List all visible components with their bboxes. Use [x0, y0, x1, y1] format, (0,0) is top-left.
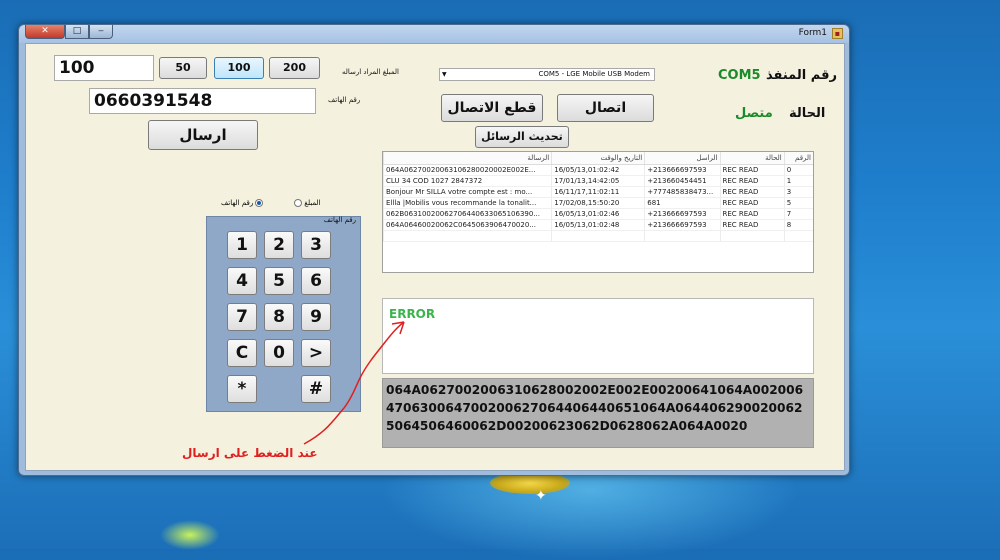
- cell-message: 064A06460020062C0645063906470020...: [382, 219, 552, 231]
- cell-number: 8: [783, 219, 813, 231]
- cell-status: REC READ: [719, 186, 785, 198]
- app-window: ✕ □ ‒ Form1 ▪ 100 50 100 200 المبلغ المر…: [18, 24, 850, 476]
- cell-message: Bonjour Mr SILLA votre compte est : mo..…: [382, 186, 552, 198]
- cell-sender: +213666697593: [644, 219, 720, 231]
- table-row[interactable]: CLU 34 COD 1027 2847372 17/01/13,14:42:0…: [382, 175, 813, 187]
- cell-sender: +213666697593: [644, 164, 720, 176]
- radio-phone-circle: [255, 199, 264, 207]
- app-icon: ▪: [832, 28, 843, 39]
- cell-message: CLU 34 COD 1027 2847372: [382, 175, 552, 187]
- response-textbox[interactable]: ERROR: [382, 298, 814, 374]
- cell-date: 17/02/08,15:50:20: [551, 197, 645, 209]
- state-label: الحالة: [789, 106, 826, 121]
- phone-field[interactable]: 0660391548: [89, 88, 316, 114]
- form-client-area: 100 50 100 200 المبلغ المراد ارساله 0660…: [25, 43, 845, 471]
- cell-sender: 681: [644, 197, 720, 209]
- cell-status: REC READ: [719, 208, 785, 220]
- radio-amount[interactable]: المبلغ: [294, 199, 321, 207]
- keypad-title: رقم الهاتف: [323, 216, 356, 224]
- port-label: رقم المنفذ: [766, 68, 837, 83]
- radio-amount-circle: [294, 199, 302, 207]
- col-number[interactable]: الرقم: [783, 152, 813, 165]
- chevron-down-icon: ▼: [442, 71, 447, 78]
- amount-field[interactable]: 100: [54, 55, 154, 81]
- port-combo-value: COM5 - LGE Mobile USB Modem: [538, 70, 650, 78]
- amount-label: المبلغ المراد ارساله: [342, 68, 399, 76]
- close-button[interactable]: ✕: [25, 25, 65, 39]
- cell-number: 5: [783, 197, 813, 209]
- key-3[interactable]: 3: [301, 231, 331, 259]
- cell-message: Ellla |Mobilis vous recommande la tonali…: [382, 197, 552, 209]
- key-clear[interactable]: C: [227, 339, 257, 367]
- cell-message: 064A06270020063106280020002E002E...: [382, 164, 552, 176]
- cell-date: 16/05/13,01:02:48: [551, 219, 645, 231]
- amount-button-200[interactable]: 200: [269, 57, 320, 79]
- cell-number: 0: [783, 164, 813, 176]
- connect-button[interactable]: اتصال: [557, 94, 654, 122]
- col-datetime[interactable]: التاريخ والوقت: [551, 152, 645, 165]
- table-row-empty[interactable]: [382, 230, 813, 242]
- radio-phone[interactable]: رقم الهاتف: [221, 199, 264, 207]
- cell-status: REC READ: [719, 175, 785, 187]
- key-6[interactable]: 6: [301, 267, 331, 295]
- wallpaper-sparkle: ✦: [535, 488, 547, 504]
- cell-date: 16/11/17,11:02:11: [551, 186, 645, 198]
- key-4[interactable]: 4: [227, 267, 257, 295]
- key-1[interactable]: 1: [227, 231, 257, 259]
- table-header-row: الرسالة التاريخ والوقت الراسل الحالة الر…: [382, 152, 813, 165]
- wallpaper-green-leaf: [160, 520, 220, 550]
- port-value: COM5: [718, 68, 761, 83]
- encoded-message-textbox[interactable]: 064A0627002006310628002002E002E002006410…: [382, 378, 814, 448]
- cell-date: 17/01/13,14:42:05: [551, 175, 645, 187]
- annotation-arrow: [303, 321, 405, 445]
- table-row[interactable]: 064A06460020062C0645063906470020... 16/0…: [382, 219, 813, 231]
- cell-date: 16/05/13,01:02:46: [551, 208, 645, 220]
- cell-sender: +777485838473...: [644, 186, 720, 198]
- cell-date: 16/05/13,01:02:42: [551, 164, 645, 176]
- maximize-button[interactable]: □: [65, 25, 89, 39]
- cell-message: 062B06310020062706440633065106390...: [382, 208, 552, 220]
- table-row[interactable]: Ellla |Mobilis vous recommande la tonali…: [382, 197, 813, 209]
- radio-amount-label: المبلغ: [304, 199, 321, 207]
- port-combobox[interactable]: ▼ COM5 - LGE Mobile USB Modem: [439, 68, 655, 81]
- col-sender[interactable]: الراسل: [644, 152, 720, 165]
- amount-button-100[interactable]: 100: [214, 57, 264, 79]
- col-message[interactable]: الرسالة: [382, 152, 552, 165]
- window-title: Form1: [798, 28, 827, 38]
- cell-sender: +213660454451: [644, 175, 720, 187]
- amount-button-50[interactable]: 50: [159, 57, 207, 79]
- cell-status: REC READ: [719, 197, 785, 209]
- cell-number: 7: [783, 208, 813, 220]
- refresh-messages-button[interactable]: تحديث الرسائل: [475, 126, 569, 148]
- table-row[interactable]: Bonjour Mr SILLA votre compte est : mo..…: [382, 186, 813, 198]
- key-star[interactable]: *: [227, 375, 257, 403]
- cell-status: REC READ: [719, 164, 785, 176]
- title-bar[interactable]: ✕ □ ‒ Form1 ▪: [19, 25, 849, 43]
- cell-status: REC READ: [719, 219, 785, 231]
- table-row[interactable]: 062B06310020062706440633065106390... 16/…: [382, 208, 813, 220]
- cell-number: 3: [783, 186, 813, 198]
- disconnect-button[interactable]: قطع الاتصال: [441, 94, 543, 122]
- state-value: متصل: [735, 106, 773, 121]
- radio-phone-label: رقم الهاتف: [221, 199, 254, 207]
- key-2[interactable]: 2: [264, 231, 294, 259]
- minimize-button[interactable]: ‒: [89, 25, 113, 39]
- cell-sender: +213666697593: [644, 208, 720, 220]
- col-status[interactable]: الحالة: [719, 152, 785, 165]
- send-button[interactable]: ارسال: [148, 120, 258, 150]
- annotation-text: عند الضغط على ارسال: [182, 446, 318, 460]
- phone-label: رقم الهاتف: [328, 96, 361, 104]
- messages-table[interactable]: الرسالة التاريخ والوقت الراسل الحالة الر…: [382, 151, 814, 273]
- table-row[interactable]: 064A06270020063106280020002E002E... 16/0…: [382, 164, 813, 176]
- key-5[interactable]: 5: [264, 267, 294, 295]
- key-7[interactable]: 7: [227, 303, 257, 331]
- cell-number: 1: [783, 175, 813, 187]
